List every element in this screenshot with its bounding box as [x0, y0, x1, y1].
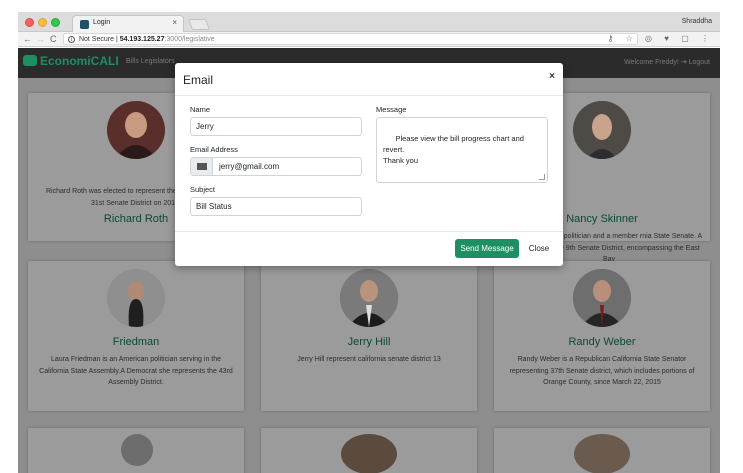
name-label: Name	[190, 105, 211, 114]
message-field[interactable]: Please view the bill progress chart and …	[376, 117, 548, 183]
avatar	[573, 269, 631, 327]
url-input[interactable]: i Not Secure | 54.193.125.27:3000/legisl…	[63, 33, 638, 45]
avatar	[340, 269, 398, 327]
minimize-window-button[interactable]	[38, 18, 47, 27]
brand-icon	[23, 55, 37, 66]
card-name: Friedman	[112, 336, 160, 348]
brand-name: EconomiCALI	[40, 54, 119, 68]
legislator-card[interactable]: Friedman Laura Friedman is an American p…	[28, 261, 244, 411]
avatar	[574, 434, 630, 473]
email-modal: Email × Name Jerry Email Address jerry@g…	[175, 63, 563, 266]
brand-logo[interactable]: EconomiCALI	[23, 54, 119, 68]
favicon-icon	[80, 20, 89, 29]
forward-arrow-icon[interactable]: →	[36, 34, 45, 44]
browser-tab[interactable]: Login ×	[72, 15, 184, 32]
envelope-icon	[197, 163, 207, 170]
close-window-button[interactable]	[25, 18, 34, 27]
reload-icon[interactable]: C	[50, 34, 57, 44]
address-bar-row: ← → C i Not Secure | 54.193.125.27:3000/…	[18, 32, 720, 47]
card-description: Laura Friedman is an American politician…	[39, 356, 233, 386]
logout-label: Logout	[688, 59, 710, 66]
resize-handle[interactable]	[539, 174, 545, 180]
security-label: Not Secure	[78, 36, 114, 43]
modal-title: Email	[183, 73, 214, 87]
extension-icons[interactable]: ⚷ ☆ ◎ ♥ ▢ ⋮	[608, 34, 714, 43]
message-label: Message	[376, 105, 407, 114]
legislator-card[interactable]: Randy Weber Randy Weber is a Republican …	[494, 261, 710, 411]
avatar	[107, 269, 165, 327]
tab-close-icon[interactable]: ×	[172, 18, 177, 27]
avatar	[341, 434, 397, 473]
email-label: Email Address	[190, 145, 238, 154]
maximize-window-button[interactable]	[51, 18, 60, 27]
email-addon	[191, 158, 213, 175]
message-text: Please view the bill progress chart and …	[383, 134, 524, 165]
card-description: Jerry Hill represent california senate d…	[297, 356, 441, 363]
nav-links[interactable]: Bills Legislators	[126, 58, 175, 65]
close-button[interactable]: Close	[527, 239, 551, 258]
avatar	[121, 434, 153, 466]
profile-name[interactable]: Shraddha	[682, 18, 712, 25]
back-arrow-icon[interactable]: ←	[23, 34, 32, 44]
modal-header-divider	[175, 95, 563, 96]
legislator-card[interactable]	[28, 428, 244, 473]
card-name: Randy Weber	[568, 336, 636, 348]
card-name: Jerry Hill	[347, 336, 391, 348]
nav-user-area: Welcome Freddy! ⇥ Logout	[624, 58, 710, 66]
browser-tab-bar: Login × Shraddha	[18, 12, 720, 32]
legislator-card[interactable]: Jerry Hill Jerry Hill represent californ…	[261, 261, 477, 411]
name-field[interactable]: Jerry	[190, 117, 362, 136]
screen: Login × Shraddha ← → C i Not Secure | 54…	[0, 0, 743, 473]
url-path: :3000/legislative	[164, 36, 215, 43]
url-host: 54.193.125.27	[119, 36, 165, 43]
subject-field[interactable]: Bill Status	[190, 197, 362, 216]
legislator-card[interactable]	[261, 428, 477, 473]
email-value: jerry@gmail.com	[219, 162, 280, 171]
logout-link[interactable]: ⇥ Logout	[681, 59, 710, 66]
avatar	[107, 101, 165, 159]
legislator-card[interactable]	[494, 428, 710, 473]
email-field[interactable]: jerry@gmail.com	[190, 157, 362, 176]
close-icon[interactable]: ×	[549, 71, 555, 82]
modal-footer-divider	[175, 231, 563, 232]
card-description: Randy Weber is a Republican California S…	[509, 356, 695, 386]
new-tab-button[interactable]	[187, 19, 211, 30]
tab-title: Login	[93, 19, 111, 26]
send-message-button[interactable]: Send Message	[455, 239, 519, 258]
avatar	[573, 101, 631, 159]
welcome-text: Welcome Freddy!	[624, 59, 679, 66]
info-icon[interactable]: i	[68, 35, 75, 43]
subject-label: Subject	[190, 185, 216, 194]
